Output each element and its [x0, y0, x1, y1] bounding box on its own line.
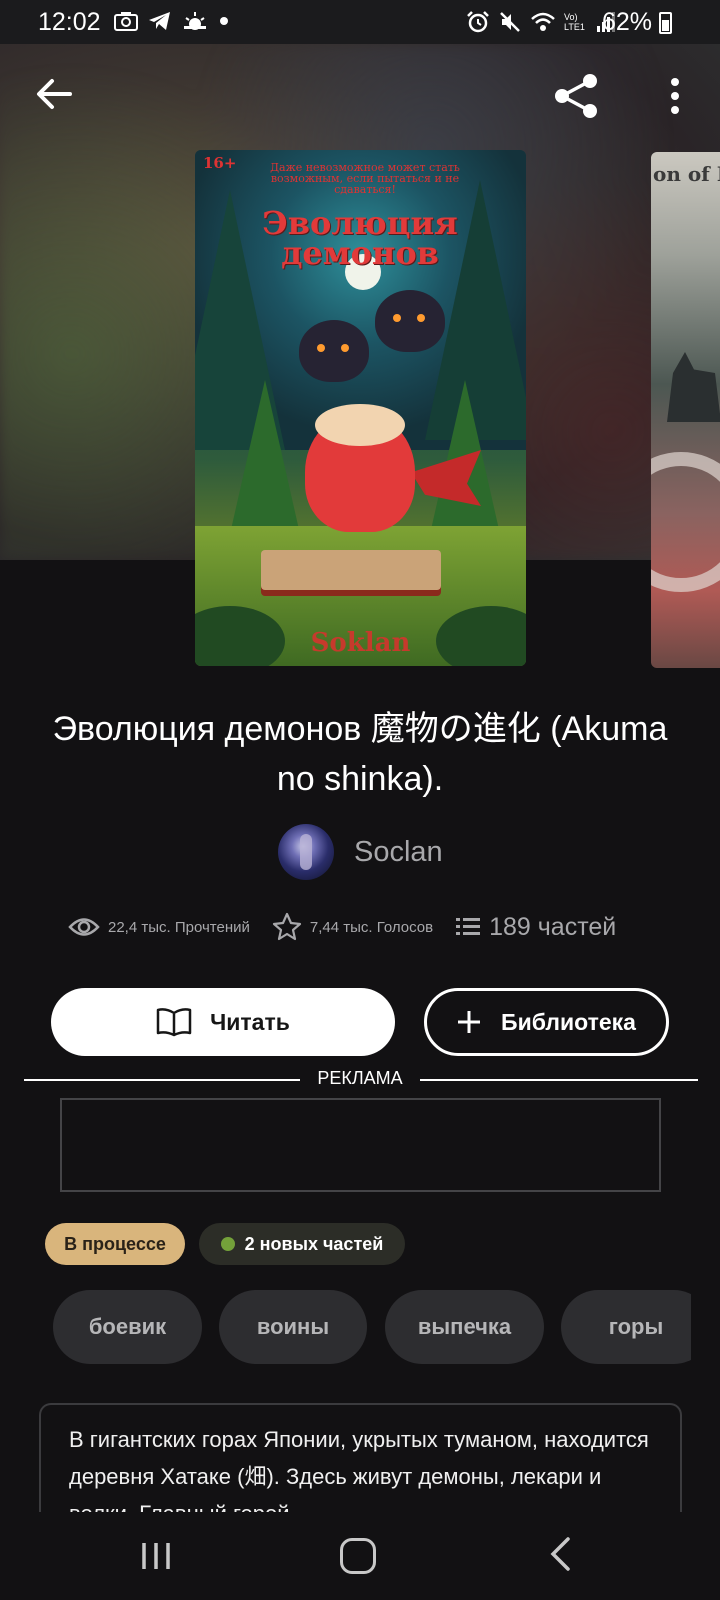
tags-row: боевик воины выпечка горы: [53, 1290, 691, 1366]
recent-apps-icon[interactable]: [140, 1540, 172, 1572]
system-nav-bar: [0, 1512, 720, 1600]
star-icon: [272, 912, 301, 941]
status-time: 12:02: [38, 8, 101, 36]
cover-tagline: Даже невозможное может стать возможным, …: [270, 161, 460, 196]
parts-count: 189 частей: [489, 912, 617, 941]
cover-dragon: [305, 404, 415, 532]
ad-divider: [24, 1079, 300, 1081]
new-parts-badge: 2 новых частей: [199, 1223, 405, 1265]
read-button[interactable]: Читать: [51, 988, 395, 1056]
cover-age-rating: 16+: [203, 154, 237, 172]
book-open-icon: [156, 1008, 192, 1037]
eye-icon: [68, 918, 100, 936]
mute-icon: [500, 12, 520, 32]
library-button-label: Библиотека: [501, 1008, 636, 1035]
votes-count: 7,44 тыс. Голосов: [309, 918, 434, 936]
next-cover-wolf: [667, 352, 720, 422]
dot-icon: [220, 17, 228, 25]
ad-slot[interactable]: [60, 1098, 661, 1192]
alarm-icon: [467, 11, 489, 33]
book-title: Эволюция демонов 魔物の進化 (Akuma no shinka)…: [52, 710, 668, 798]
status-bar: 12:02 Vo) LTE1 62%: [0, 0, 720, 44]
cover-title: Эволюция демонов: [262, 204, 458, 272]
read-button-label: Читать: [210, 1008, 290, 1035]
new-dot-icon: [220, 1237, 235, 1251]
tag-chip[interactable]: боевик: [53, 1290, 202, 1364]
votes-stat: 7,44 тыс. Голосов: [272, 912, 433, 942]
author-avatar[interactable]: [278, 824, 334, 880]
list-icon: [456, 918, 481, 935]
tag-chip[interactable]: горы: [561, 1290, 691, 1364]
home-icon[interactable]: [340, 1538, 376, 1574]
book-cover[interactable]: 16+ Даже невозможное может стать возможн…: [195, 150, 526, 666]
wifi-icon: [531, 12, 555, 31]
tag-chip[interactable]: выпечка: [385, 1290, 544, 1364]
cover-book: [261, 550, 441, 590]
plus-icon: [458, 1011, 481, 1033]
new-parts-label: 2 новых частей: [244, 1233, 384, 1254]
tag-chip[interactable]: воины: [219, 1290, 367, 1364]
more-vertical-icon[interactable]: [660, 76, 690, 116]
status-badge: В процессе: [45, 1223, 185, 1265]
weather-icon: [184, 12, 206, 30]
battery-icon: [659, 12, 672, 34]
add-to-library-button[interactable]: Библиотека: [424, 988, 669, 1056]
description-card[interactable]: В гигантских горах Японии, укрытых туман…: [39, 1403, 682, 1513]
share-icon[interactable]: [552, 72, 600, 120]
screenshot-icon: [114, 12, 138, 31]
notification-icons: [114, 10, 230, 32]
ad-label: РЕКЛАМА: [317, 1068, 403, 1088]
nav-back-icon[interactable]: [548, 1536, 572, 1572]
next-book-cover[interactable]: on of D: [651, 152, 720, 668]
reads-count: 22,4 тыс. Прочтений: [108, 918, 250, 936]
reads-stat: 22,4 тыс. Прочтений: [68, 916, 250, 938]
network-label: Vo) LTE1: [564, 12, 585, 32]
parts-stat: 189 частей: [455, 913, 616, 942]
description-text: В гигантских горах Японии, укрытых туман…: [69, 1427, 649, 1513]
stats-row: 22,4 тыс. Прочтений 7,44 тыс. Голосов 18…: [68, 912, 638, 942]
cover-author: Soklan: [310, 628, 411, 658]
system-icons: Vo) LTE1: [466, 10, 616, 34]
cover-wolf: [299, 320, 369, 382]
arrow-left-icon[interactable]: [34, 74, 74, 114]
battery-percent: 62%: [601, 8, 652, 36]
telegram-icon: [149, 12, 170, 30]
ad-divider: [420, 1079, 698, 1081]
next-cover-swirl: [651, 452, 720, 592]
next-cover-title: on of D: [653, 162, 720, 186]
cover-wolf: [375, 290, 445, 352]
author-row[interactable]: Soclan: [278, 824, 443, 880]
author-name[interactable]: Soclan: [354, 836, 443, 869]
